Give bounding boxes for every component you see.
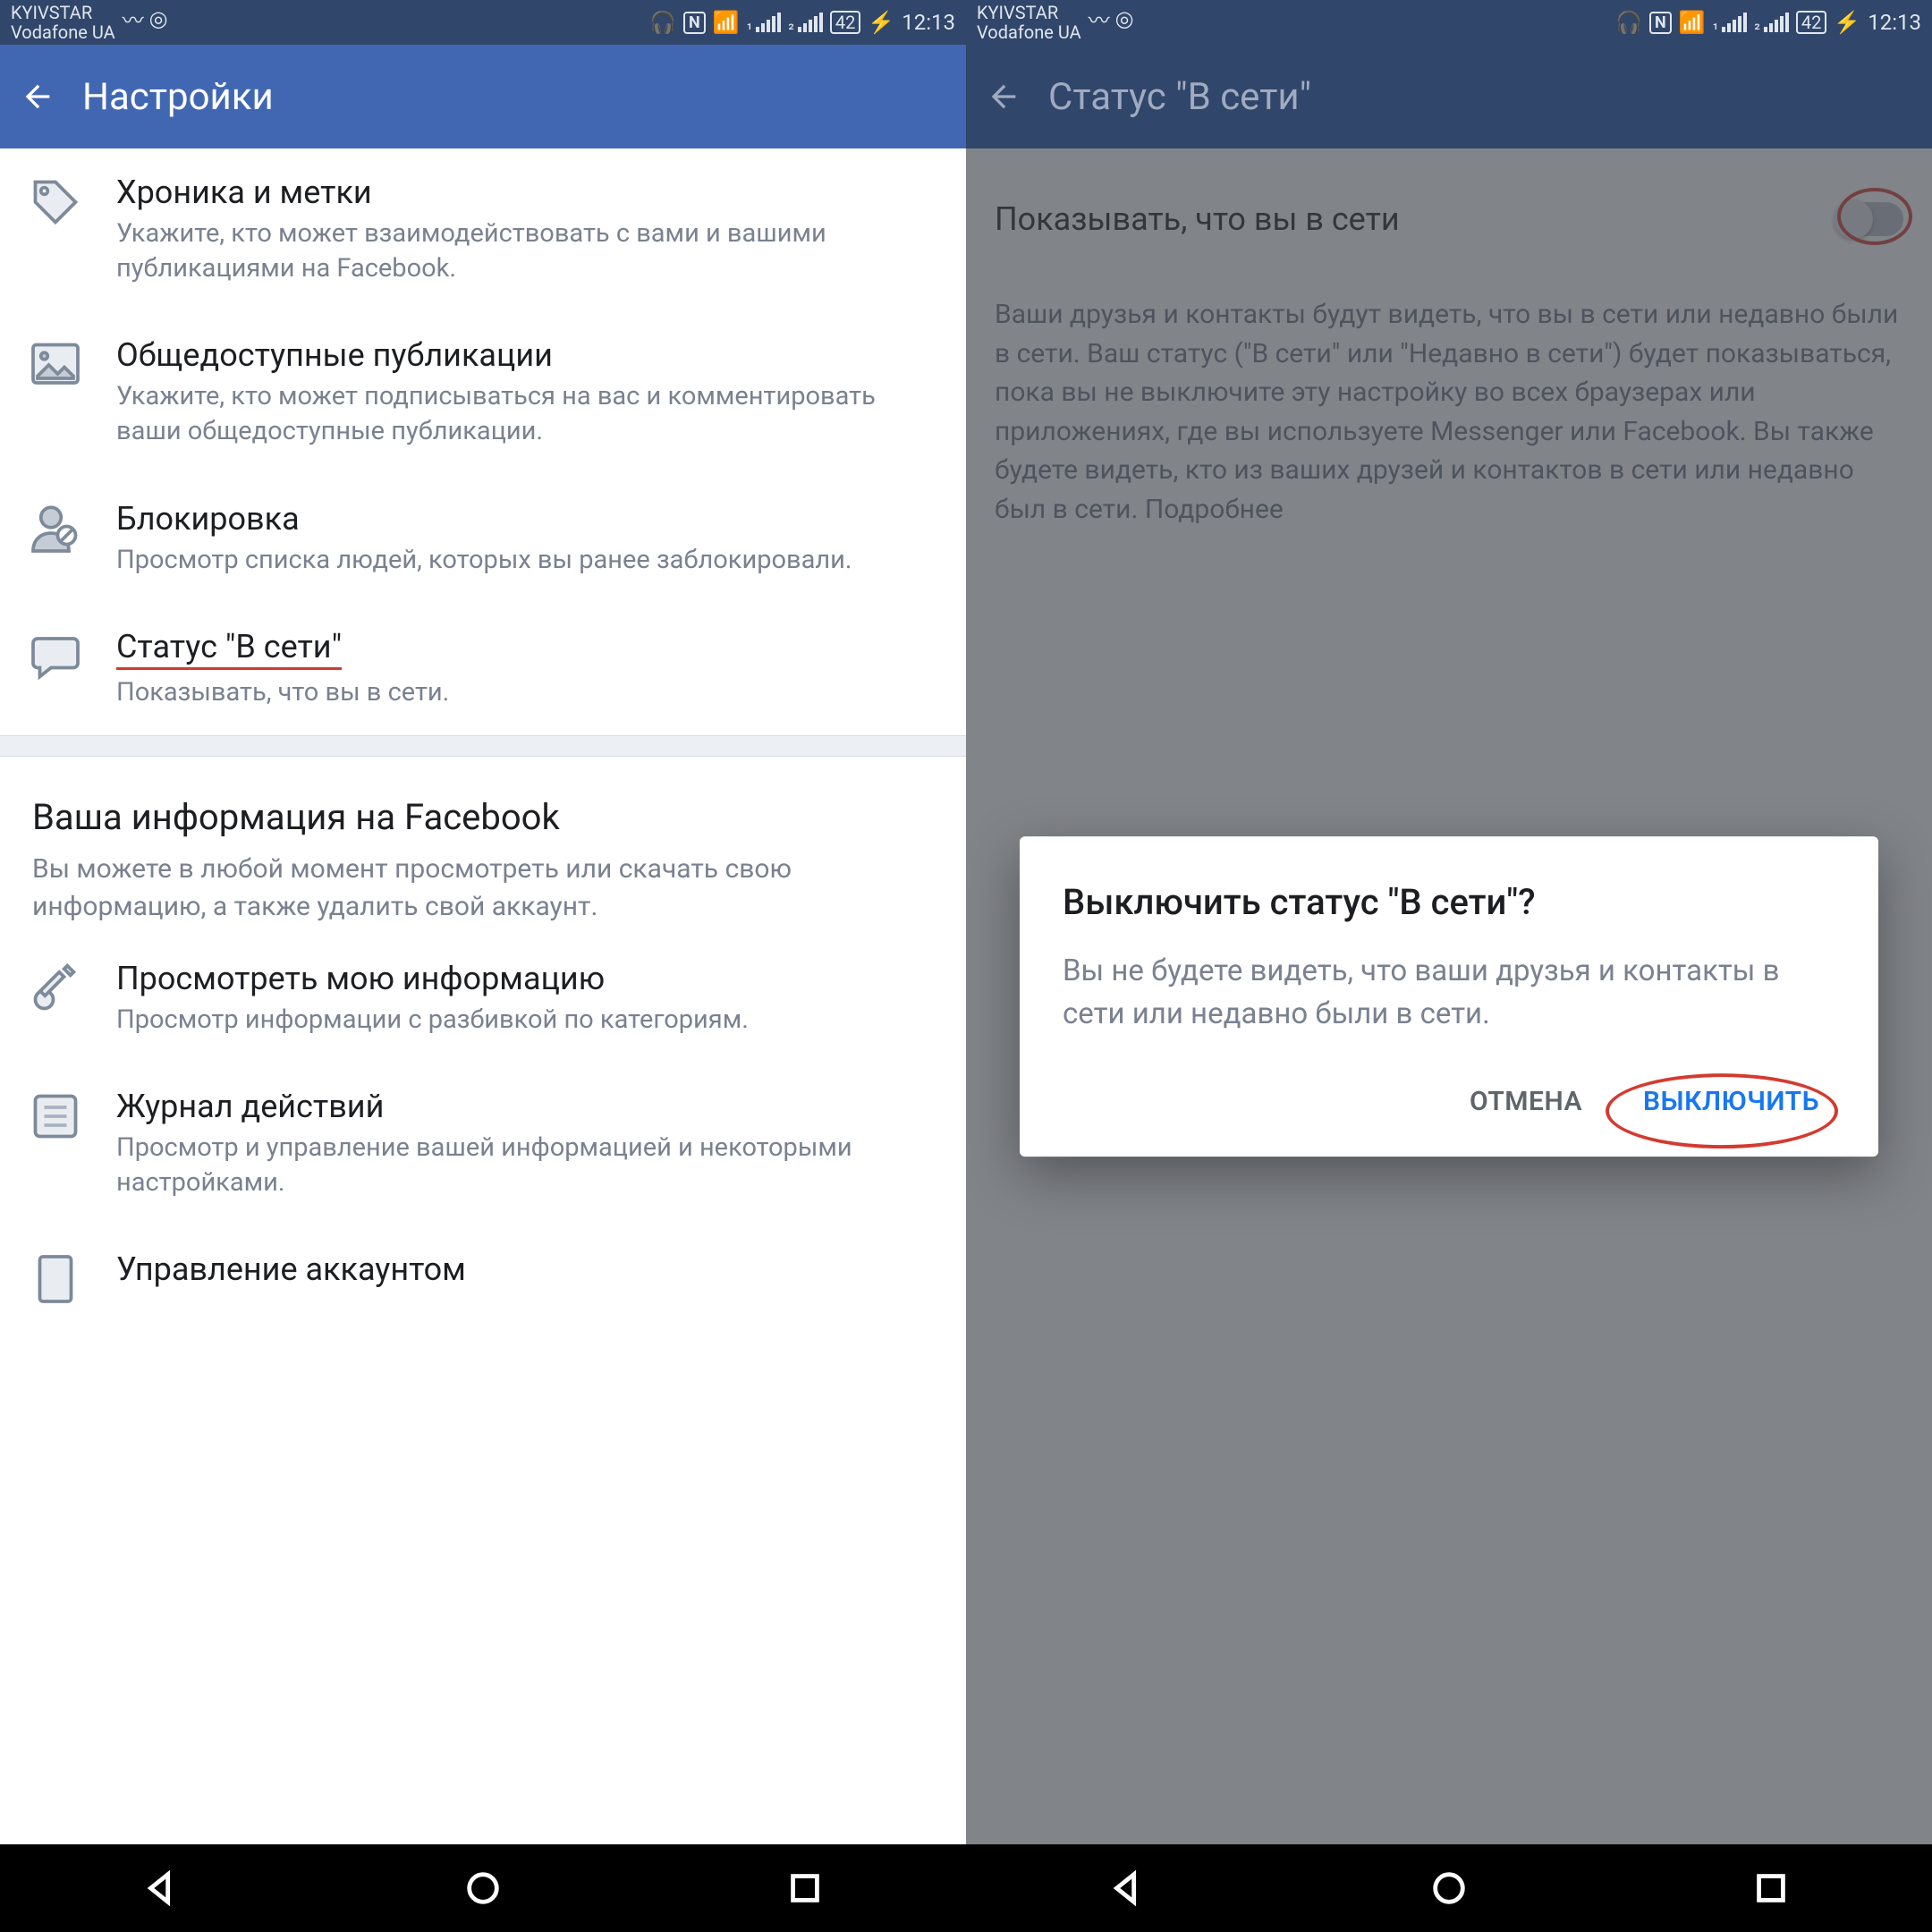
phone-right: KYIVSTAR Vodafone UA 〰 ◎ 🎧 N 📶 ₁ ₂ 42 ⚡ … [966, 0, 1932, 1932]
clock-text: 12:13 [1868, 10, 1921, 35]
list-item-title: Статус "В сети" [116, 628, 342, 670]
signal-icon [756, 13, 781, 32]
list-item-account-mgmt[interactable]: Управление аккаунтом [0, 1225, 966, 1333]
carrier-text: KYIVSTAR [11, 3, 115, 22]
list-item-view-info[interactable]: Просмотреть мою информацию Просмотр инфо… [0, 935, 966, 1063]
key-icon [27, 960, 84, 1017]
list-item-title: Хроника и метки [116, 174, 939, 211]
charging-icon: ⚡ [868, 10, 894, 35]
battery-text: 42 [1801, 12, 1821, 33]
wifi-icon: 📶 [713, 10, 740, 35]
list-item-sub: Укажите, кто может взаимодействовать с в… [116, 216, 939, 286]
list-item-title: Просмотреть мою информацию [116, 960, 939, 997]
list-item-title: Блокировка [116, 500, 939, 538]
app-bar: Статус "В сети" [966, 45, 1932, 148]
list-icon [27, 1088, 84, 1145]
confirm-label: ВЫКЛЮЧИТЬ [1643, 1086, 1819, 1117]
nfc-icon: N [683, 12, 706, 34]
ecg-icon: 〰 [1089, 3, 1110, 34]
signal-icon-2 [798, 13, 823, 32]
back-button[interactable] [18, 77, 57, 116]
document-icon [27, 1250, 84, 1308]
phone-left: KYIVSTAR Vodafone UA 〰 ◎ 🎧 N 📶 ₁ ₂ 42 ⚡ … [0, 0, 966, 1932]
nav-home-button[interactable] [462, 1868, 504, 1909]
tag-icon [27, 174, 84, 231]
chrome-icon: ◎ [1115, 6, 1134, 31]
list-item-sub: Укажите, кто может подписываться на вас … [116, 379, 939, 449]
online-status-page: Показывать, что вы в сети Ваши друзья и … [966, 148, 1932, 1844]
nav-home-button[interactable] [1428, 1868, 1470, 1909]
signal-icon [1722, 13, 1747, 32]
cancel-button[interactable]: ОТМЕНА [1461, 1072, 1591, 1131]
section-divider [0, 735, 966, 757]
headset-icon: 🎧 [1615, 10, 1642, 35]
app-bar: Настройки [0, 45, 966, 148]
dialog-body: Вы не будете видеть, что ваши друзья и к… [1063, 950, 1835, 1036]
list-item-title: Управление аккаунтом [116, 1250, 939, 1288]
carrier-text-2: Vodafone UA [977, 22, 1081, 42]
list-item-sub: Показывать, что вы в сети. [116, 675, 939, 710]
back-button[interactable] [984, 77, 1023, 116]
list-item-blocking[interactable]: Блокировка Просмотр списка людей, которы… [0, 475, 966, 603]
confirm-dialog: Выключить статус "В сети"? Вы не будете … [1020, 836, 1878, 1157]
nav-recent-button[interactable] [784, 1868, 826, 1909]
settings-list: Хроника и метки Укажите, кто может взаим… [0, 148, 966, 735]
system-nav-bar [966, 1844, 1932, 1932]
list-item-activity-log[interactable]: Журнал действий Просмотр и управление ва… [0, 1063, 966, 1225]
chrome-icon: ◎ [149, 6, 168, 31]
list-item-sub: Просмотр и управление вашей информацией … [116, 1131, 939, 1200]
system-nav-bar [0, 1844, 966, 1932]
status-bar: KYIVSTAR Vodafone UA 〰 ◎ 🎧 N 📶 ₁ ₂ 42 ⚡ … [0, 0, 966, 45]
nav-back-button[interactable] [1106, 1868, 1148, 1909]
list-item-online-status[interactable]: Статус "В сети" Показывать, что вы в сет… [0, 603, 966, 735]
carrier-text: KYIVSTAR [977, 3, 1081, 22]
image-icon [27, 336, 84, 394]
user-block-icon [27, 500, 84, 557]
list-item-title: Журнал действий [116, 1088, 939, 1125]
clock-text: 12:13 [902, 10, 955, 35]
page-title: Статус "В сети" [1048, 75, 1311, 119]
list-item-timeline[interactable]: Хроника и метки Укажите, кто может взаим… [0, 148, 966, 311]
list-item-title: Общедоступные публикации [116, 336, 939, 374]
wifi-icon: 📶 [1679, 10, 1706, 35]
headset-icon: 🎧 [649, 10, 676, 35]
list-item-sub: Просмотр информации с разбивкой по катег… [116, 1003, 939, 1038]
section-header: Ваша информация на Facebook Вы можете в … [0, 757, 966, 935]
status-bar: KYIVSTAR Vodafone UA 〰 ◎ 🎧 N 📶 ₁ ₂ 42 ⚡ … [966, 0, 1932, 45]
list-item-sub: Просмотр списка людей, которых вы ранее … [116, 543, 939, 578]
page-title: Настройки [82, 75, 274, 119]
charging-icon: ⚡ [1834, 10, 1860, 35]
confirm-button[interactable]: ВЫКЛЮЧИТЬ [1634, 1072, 1828, 1131]
nav-back-button[interactable] [140, 1868, 182, 1909]
section-sub: Вы можете в любой момент просмотреть или… [32, 851, 934, 926]
section-title: Ваша информация на Facebook [32, 796, 934, 838]
signal-icon-2 [1764, 13, 1789, 32]
nav-recent-button[interactable] [1750, 1868, 1792, 1909]
dialog-title: Выключить статус "В сети"? [1063, 881, 1835, 923]
carrier-text-2: Vodafone UA [11, 22, 115, 42]
chat-bubble-icon [27, 628, 84, 685]
ecg-icon: 〰 [123, 3, 144, 34]
battery-text: 42 [835, 12, 855, 33]
list-item-public-posts[interactable]: Общедоступные публикации Укажите, кто мо… [0, 311, 966, 474]
nfc-icon: N [1649, 12, 1672, 34]
